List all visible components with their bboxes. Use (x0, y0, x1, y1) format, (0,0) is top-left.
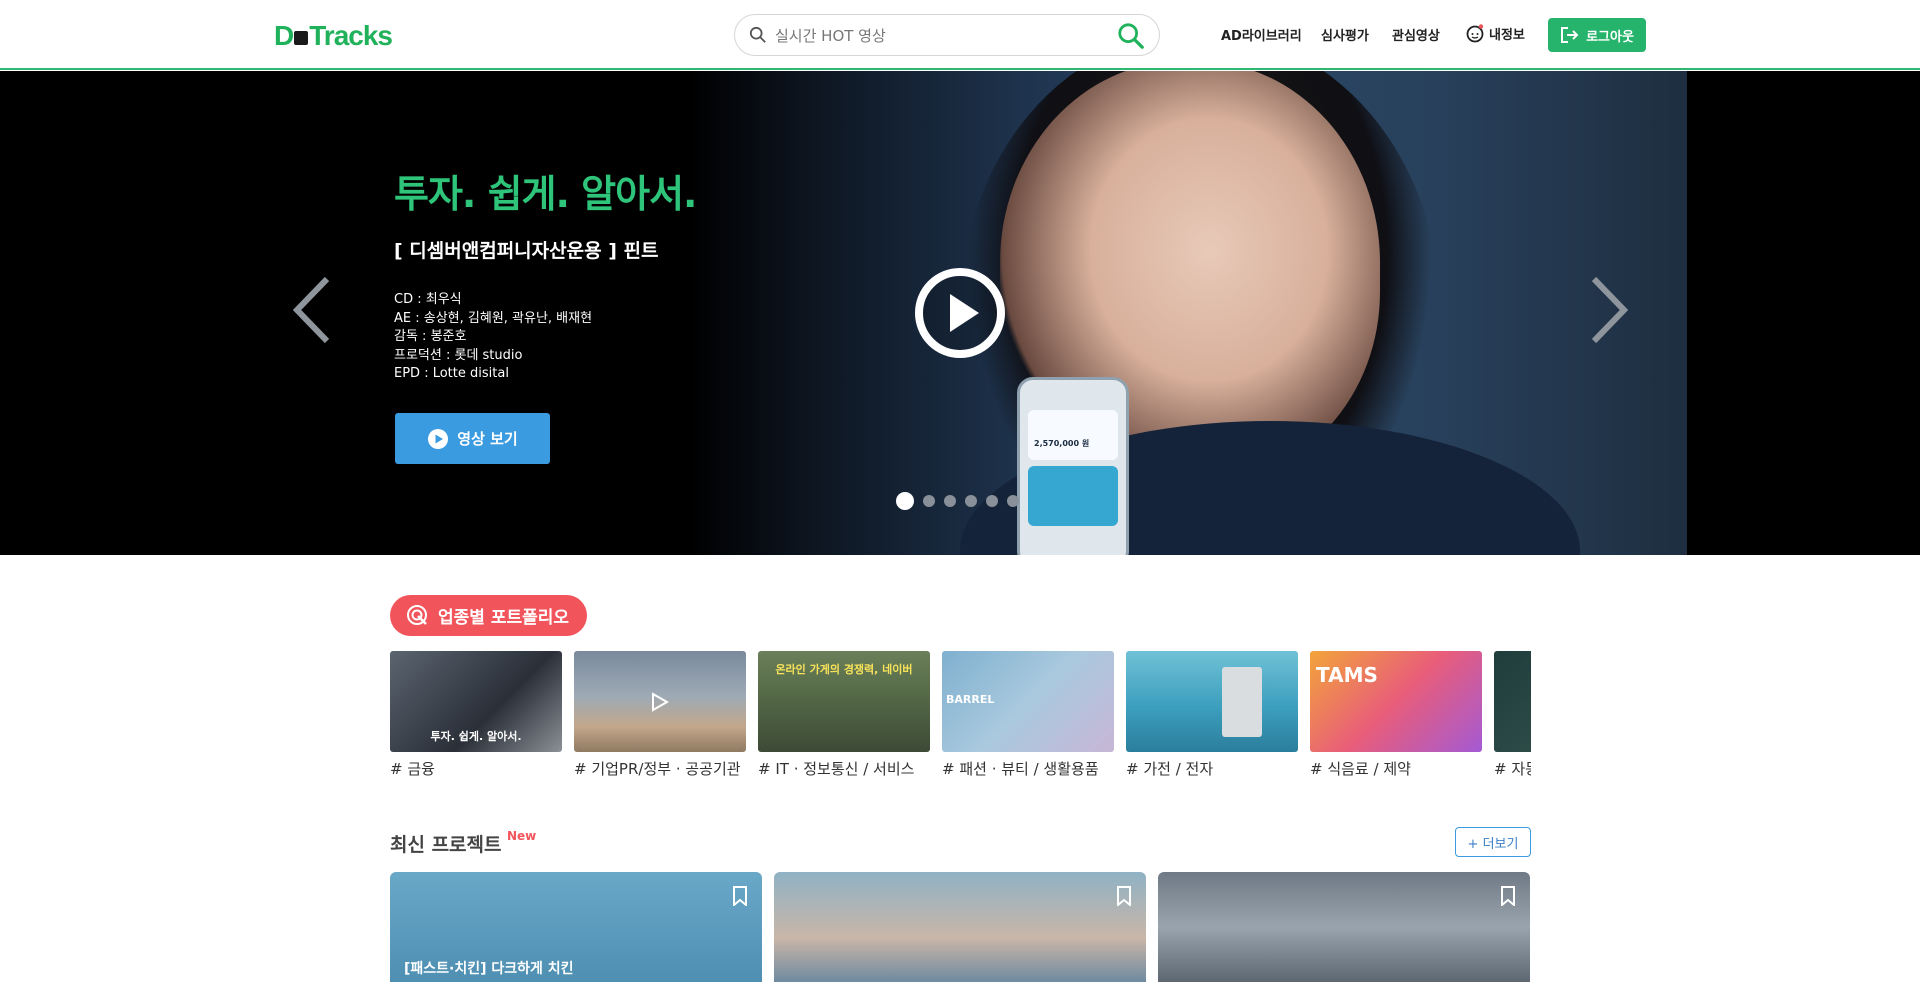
search-icon (749, 26, 766, 43)
portfolio-categories: 투자. 쉽게. 알아서. # 금융 # 기업PR/정부 · 공공기관 온라인 가… (390, 651, 1531, 781)
category-thumbnail: BARREL (942, 651, 1114, 752)
slide-dot-3[interactable] (944, 495, 956, 507)
portfolio-title: 업종별 포트폴리오 (438, 608, 570, 628)
hero-banner: 2,570,000 원 투자. 쉽게. 알아서. [ 디셈버앤컴퍼니자산운용 ]… (0, 71, 1920, 555)
hero-subtitle: [ 디셈버앤컴퍼니자산운용 ] 핀트 (394, 240, 659, 262)
credit-ae: AE : 송상현, 김혜원, 곽유난, 배재현 (394, 310, 593, 326)
category-thumbnail (574, 651, 746, 752)
category-thumbnail: 온라인 가게의 경쟁력, 네이버 (758, 651, 930, 752)
category-label: # 식음료 / 제약 (1310, 760, 1411, 778)
category-label: # IT · 정보통신 / 서비스 (758, 760, 915, 778)
category-automotive[interactable]: # 자동 (1494, 651, 1531, 779)
more-button[interactable]: + 더보기 (1455, 827, 1531, 857)
logout-icon (1561, 27, 1579, 43)
new-badge: New (507, 829, 537, 843)
user-face-icon (1466, 24, 1484, 43)
nav-favorites[interactable]: 관심영상 (1392, 25, 1440, 44)
logout-label: 로그아웃 (1586, 29, 1634, 45)
category-caption: BARREL (946, 693, 995, 706)
search-input[interactable] (775, 23, 1095, 49)
hero-credits: CD : 최우식 AE : 송상현, 김혜원, 곽유난, 배재현 감독 : 봉준… (394, 291, 592, 384)
top-header: DTracks AD라이브러리 심사평가 관심영상 내정보 로그아웃 (0, 0, 1920, 70)
category-thumbnail: TAMS (1310, 651, 1482, 752)
hero-side-letterbox (1687, 71, 1920, 555)
logout-button[interactable]: 로그아웃 (1548, 18, 1646, 52)
my-info-label: 내정보 (1489, 27, 1525, 43)
bookmark-icon[interactable] (732, 886, 748, 906)
category-caption: 투자. 쉽게. 알아서. (430, 730, 522, 743)
next-slide-arrow-icon[interactable] (1588, 275, 1632, 345)
bookmark-icon[interactable] (1500, 886, 1516, 906)
category-label: # 자동 (1494, 760, 1531, 778)
category-thumbnail (1494, 651, 1531, 752)
category-it[interactable]: 온라인 가게의 경쟁력, 네이버 # IT · 정보통신 / 서비스 (758, 651, 930, 779)
play-circle-icon (428, 428, 449, 449)
category-fashion-beauty[interactable]: BARREL # 패션 · 뷰티 / 생활용품 (942, 651, 1114, 779)
category-corporate-pr[interactable]: # 기업PR/정부 · 공공기관 (574, 651, 746, 779)
category-label: # 패션 · 뷰티 / 생활용품 (942, 760, 1099, 778)
project-card-2[interactable] (774, 872, 1146, 982)
slide-dot-5[interactable] (986, 495, 998, 507)
credit-epd: EPD : Lotte disital (394, 366, 509, 381)
category-food-beverage[interactable]: TAMS # 식음료 / 제약 (1310, 651, 1482, 779)
bookmark-icon[interactable] (1116, 886, 1132, 906)
play-icon (652, 692, 670, 712)
play-video-icon[interactable] (914, 267, 1006, 359)
category-thumbnail (1126, 651, 1298, 752)
slide-dot-6[interactable] (1007, 495, 1019, 507)
credit-director: 감독 : 봉준호 (394, 329, 467, 344)
project-card-1[interactable]: [패스트·치킨] 다크하게 치킨 (390, 872, 762, 982)
watch-video-button[interactable]: 영상 보기 (395, 413, 550, 464)
site-logo[interactable]: D Tracks (274, 20, 393, 52)
category-label: # 가전 / 전자 (1126, 760, 1214, 778)
watch-video-label: 영상 보기 (457, 430, 518, 448)
slide-dot-4[interactable] (965, 495, 977, 507)
search-bar (734, 14, 1160, 56)
project-card-3[interactable] (1158, 872, 1530, 982)
credit-production: 프로덕션 : 롯데 studio (394, 347, 523, 363)
appliance-shape (1222, 667, 1262, 737)
project-caption: [패스트·치킨] 다크하게 치킨 (404, 961, 574, 977)
hero-phone-mockup: 2,570,000 원 (1017, 377, 1129, 555)
nav-review[interactable]: 심사평가 (1321, 25, 1369, 44)
portfolio-heading: 업종별 포트폴리오 (390, 595, 588, 636)
target-touch-icon (407, 604, 427, 625)
nav-ad-library[interactable]: AD라이브러리 (1221, 25, 1302, 44)
phone-screen-chart (1028, 466, 1118, 526)
phone-amount: 2,570,000 원 (1034, 439, 1090, 448)
phone-screen-top: 2,570,000 원 (1028, 410, 1118, 460)
clapper-icon (294, 31, 309, 45)
category-thumbnail: 투자. 쉽게. 알아서. (390, 651, 562, 752)
nav-my-info[interactable]: 내정보 (1465, 23, 1525, 43)
category-finance[interactable]: 투자. 쉽게. 알아서. # 금융 (390, 651, 562, 779)
category-caption: 온라인 가게의 경쟁력, 네이버 (775, 663, 913, 676)
category-caption: TAMS (1316, 663, 1378, 687)
category-label: # 금융 (390, 760, 435, 778)
category-label: # 기업PR/정부 · 공공기관 (574, 760, 741, 778)
prev-slide-arrow-icon[interactable] (289, 275, 333, 345)
slide-dot-2[interactable] (923, 495, 935, 507)
latest-projects-title: 최신 프로젝트 (390, 834, 502, 856)
slide-dot-1[interactable] (896, 492, 914, 510)
slide-pagination (896, 492, 1019, 510)
search-submit-icon[interactable] (1117, 22, 1145, 50)
category-appliances[interactable]: # 가전 / 전자 (1126, 651, 1298, 779)
hero-title: 투자. 쉽게. 알아서. (394, 172, 697, 216)
credit-cd: CD : 최우식 (394, 292, 462, 307)
